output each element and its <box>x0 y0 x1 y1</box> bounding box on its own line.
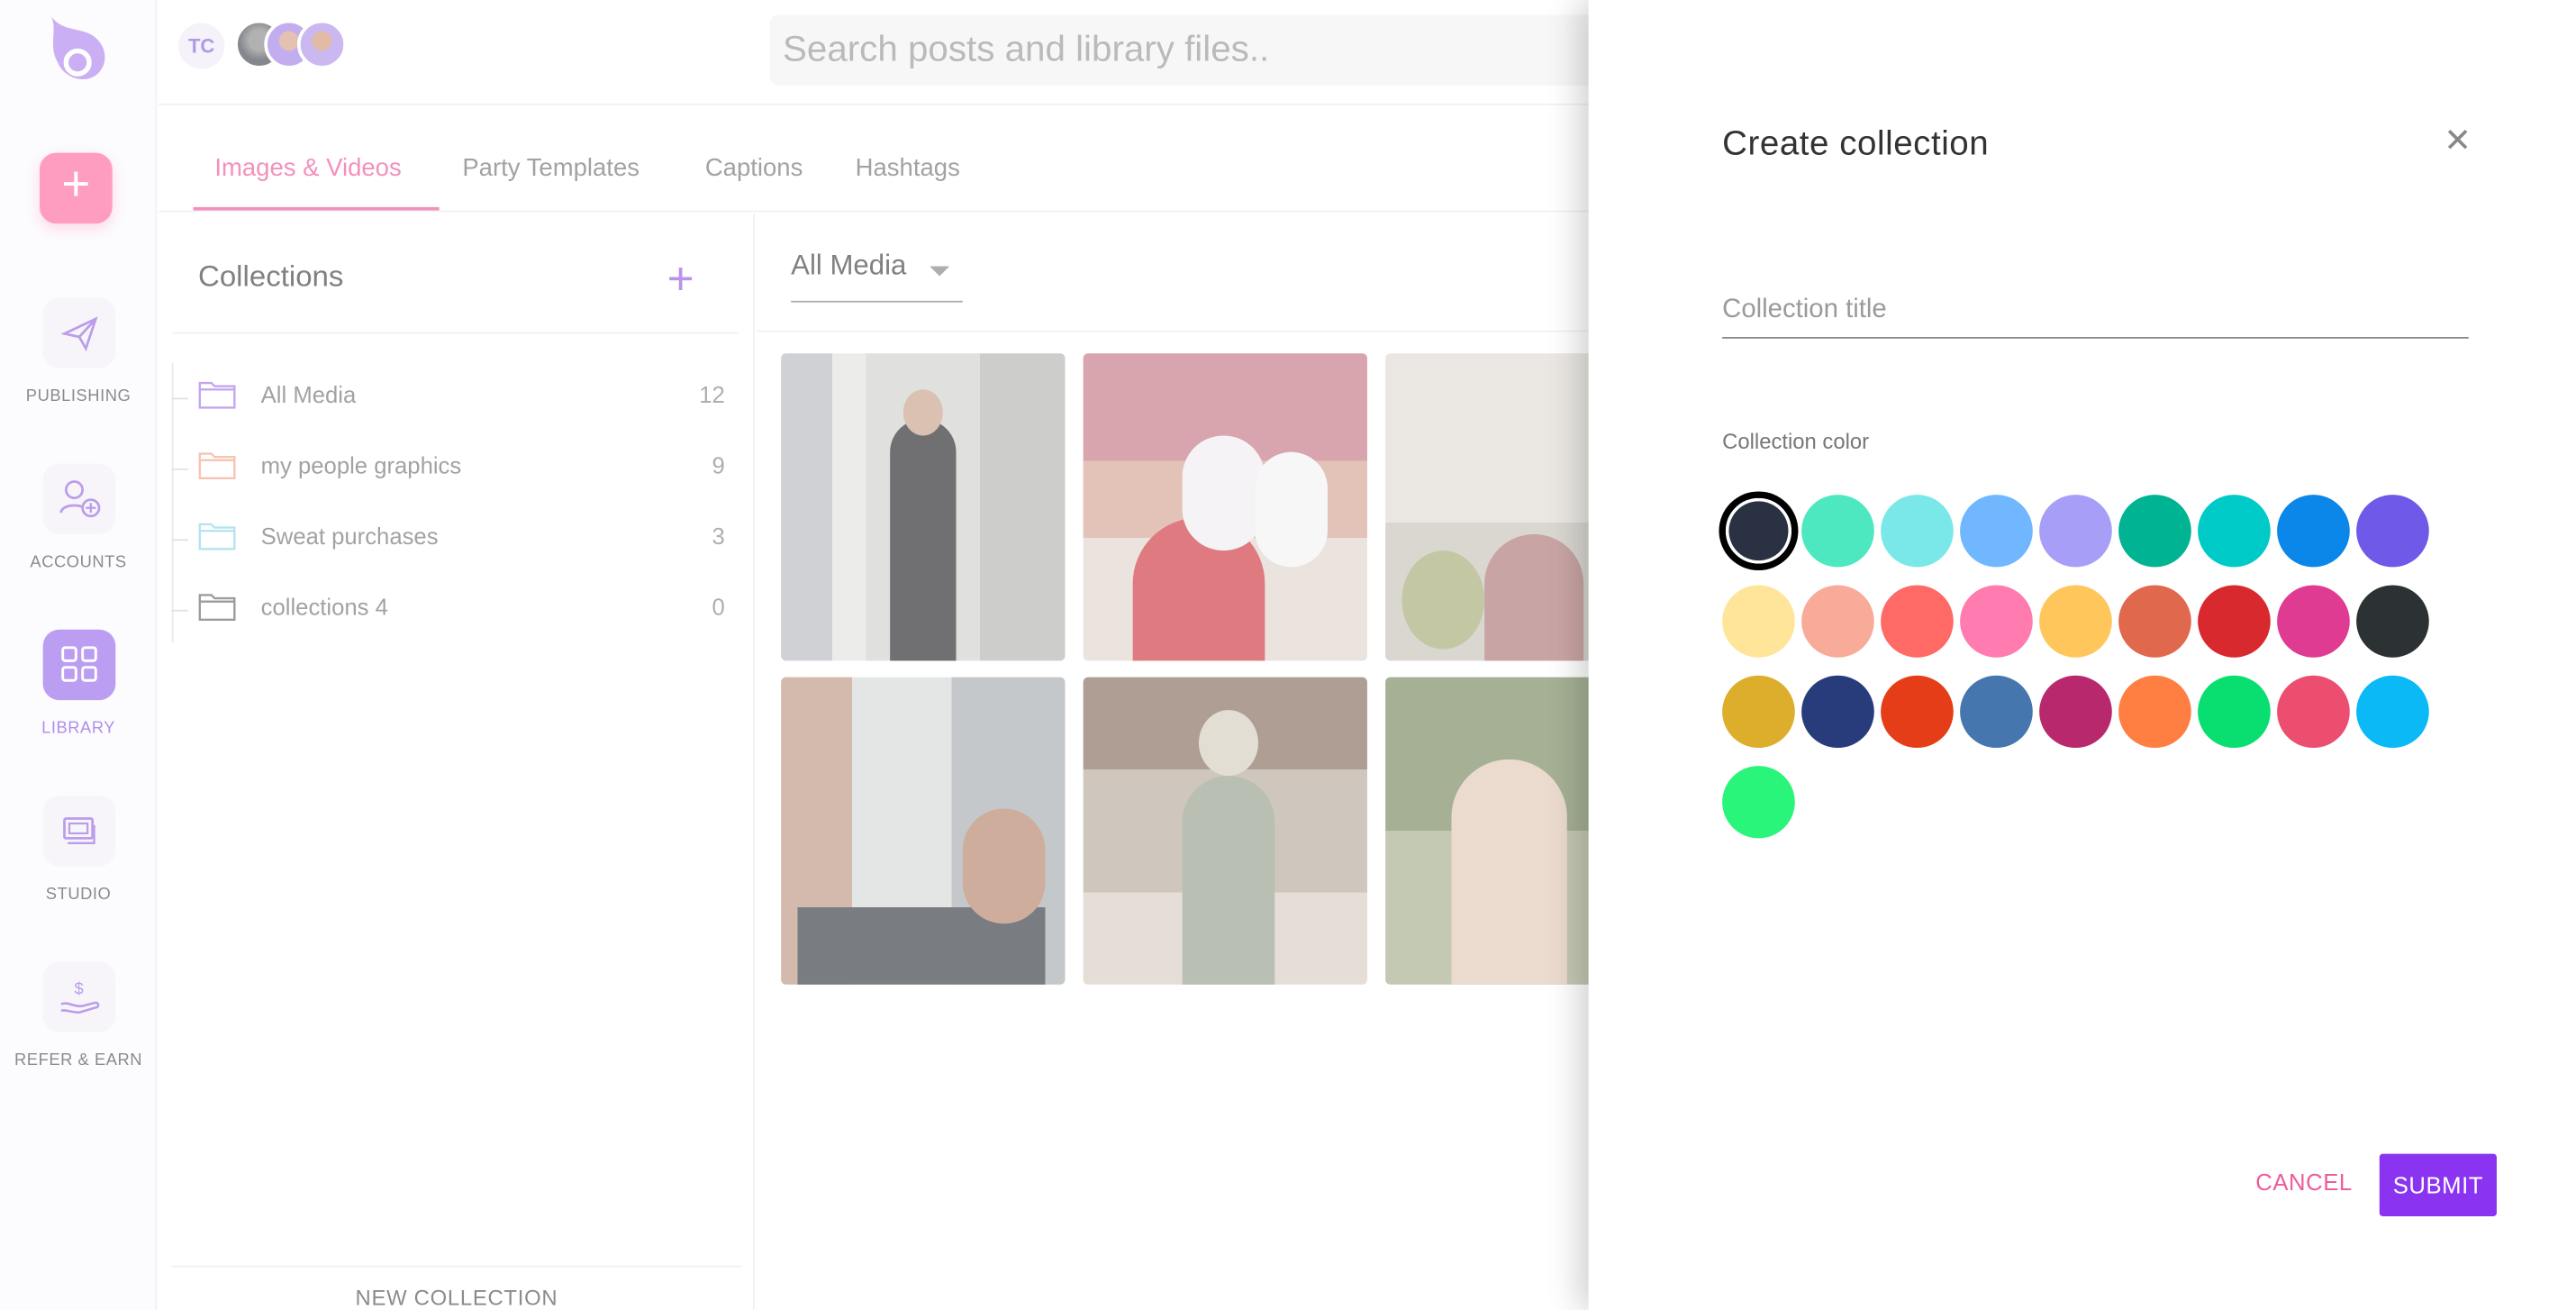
color-swatch[interactable] <box>1722 585 1795 658</box>
color-swatch[interactable] <box>2039 495 2112 568</box>
submit-button[interactable]: SUBMIT <box>2379 1153 2497 1216</box>
color-swatch[interactable] <box>1722 675 1795 749</box>
color-swatch[interactable] <box>1960 675 2033 749</box>
color-swatch[interactable] <box>2356 675 2429 749</box>
color-swatch[interactable] <box>1960 495 2033 568</box>
color-swatch[interactable] <box>2198 585 2271 658</box>
color-swatch[interactable] <box>1801 585 1874 658</box>
color-swatch[interactable] <box>2356 585 2429 658</box>
color-swatch[interactable] <box>2039 585 2112 658</box>
color-swatch[interactable] <box>2277 675 2350 749</box>
color-swatch[interactable] <box>1801 495 1874 568</box>
color-swatch[interactable] <box>2039 675 2112 749</box>
color-swatch[interactable] <box>2118 675 2191 749</box>
cancel-button[interactable]: CANCEL <box>2255 1169 2352 1195</box>
color-swatch[interactable] <box>1960 585 2033 658</box>
collection-color-label: Collection color <box>1722 429 1870 454</box>
color-swatch[interactable] <box>2277 495 2350 568</box>
collection-title-input[interactable] <box>1722 269 2469 339</box>
color-swatch[interactable] <box>1722 766 1795 839</box>
color-swatch[interactable] <box>1722 495 1795 568</box>
color-swatch[interactable] <box>2198 495 2271 568</box>
modal-backdrop[interactable] <box>0 0 1589 1310</box>
drawer-title: Create collection <box>1722 124 1990 163</box>
color-swatch[interactable] <box>1881 585 1954 658</box>
color-swatch[interactable] <box>2118 585 2191 658</box>
color-swatch[interactable] <box>1881 495 1954 568</box>
color-swatch[interactable] <box>2118 495 2191 568</box>
color-swatch[interactable] <box>2356 495 2429 568</box>
close-icon[interactable]: ✕ <box>2444 125 2472 158</box>
color-swatch[interactable] <box>1801 675 1874 749</box>
color-swatch[interactable] <box>2198 675 2271 749</box>
color-swatch[interactable] <box>1881 675 1954 749</box>
color-swatch[interactable] <box>2277 585 2350 658</box>
create-collection-drawer: Create collection ✕ Collection color CAN… <box>1588 0 2576 1310</box>
